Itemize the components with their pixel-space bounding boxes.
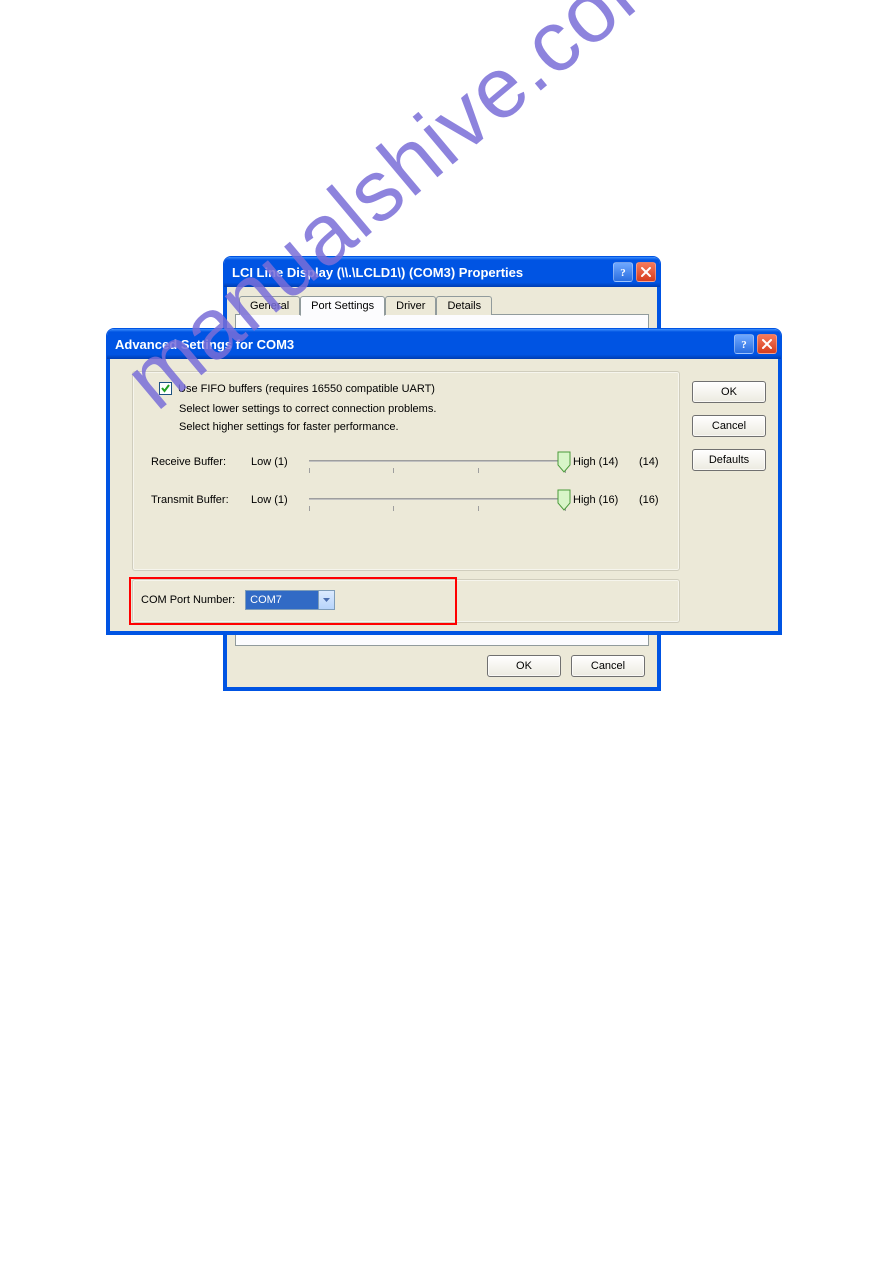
child-titlebar[interactable]: Advanced Settings for COM3 ? bbox=[107, 329, 781, 359]
fifo-hint-lower: Select lower settings to correct connect… bbox=[179, 403, 669, 415]
transmit-buffer-row: Transmit Buffer: Low (1) High (16) (16) bbox=[151, 491, 669, 509]
advanced-settings-window: Advanced Settings for COM3 ? Use FIFO bu… bbox=[106, 328, 782, 635]
transmit-buffer-label: Transmit Buffer: bbox=[151, 494, 243, 506]
child-ok-button[interactable]: OK bbox=[692, 381, 766, 403]
tab-port-settings[interactable]: Port Settings bbox=[300, 296, 385, 316]
transmit-value: (16) bbox=[639, 494, 669, 506]
transmit-slider[interactable] bbox=[309, 491, 565, 509]
tab-details[interactable]: Details bbox=[436, 296, 492, 315]
fifo-checkbox[interactable] bbox=[159, 382, 172, 395]
receive-slider[interactable] bbox=[309, 453, 565, 471]
receive-slider-thumb[interactable] bbox=[557, 451, 571, 473]
com-port-label: COM Port Number: bbox=[141, 594, 235, 606]
parent-cancel-button[interactable]: Cancel bbox=[571, 655, 645, 677]
tab-driver[interactable]: Driver bbox=[385, 296, 436, 315]
transmit-slider-thumb[interactable] bbox=[557, 489, 571, 511]
transmit-low-label: Low (1) bbox=[251, 494, 301, 506]
help-icon[interactable]: ? bbox=[613, 262, 633, 282]
tab-general[interactable]: General bbox=[239, 296, 300, 315]
com-port-combobox[interactable]: COM7 bbox=[245, 590, 335, 610]
fifo-hint-higher: Select higher settings for faster perfor… bbox=[179, 421, 669, 433]
fifo-checkbox-label: Use FIFO buffers (requires 16550 compati… bbox=[178, 383, 435, 395]
receive-high-label: High (14) bbox=[573, 456, 631, 468]
com-port-selected: COM7 bbox=[246, 591, 318, 609]
help-icon[interactable]: ? bbox=[734, 334, 754, 354]
fifo-groupbox: Use FIFO buffers (requires 16550 compati… bbox=[132, 371, 680, 571]
child-cancel-button[interactable]: Cancel bbox=[692, 415, 766, 437]
receive-buffer-label: Receive Buffer: bbox=[151, 456, 243, 468]
chevron-down-icon[interactable] bbox=[318, 591, 334, 609]
transmit-high-label: High (16) bbox=[573, 494, 631, 506]
com-port-groupbox: COM Port Number: COM7 bbox=[132, 579, 680, 623]
tab-strip: General Port Settings Driver Details bbox=[235, 296, 649, 315]
close-icon[interactable] bbox=[636, 262, 656, 282]
receive-low-label: Low (1) bbox=[251, 456, 301, 468]
receive-value: (14) bbox=[639, 456, 669, 468]
close-icon[interactable] bbox=[757, 334, 777, 354]
child-window-title: Advanced Settings for COM3 bbox=[115, 337, 734, 352]
receive-buffer-row: Receive Buffer: Low (1) High (14) (14) bbox=[151, 453, 669, 471]
svg-text:?: ? bbox=[741, 339, 747, 350]
parent-window-title: LCI Line Display (\\.\LCLD1\) (COM3) Pro… bbox=[232, 265, 613, 280]
child-defaults-button[interactable]: Defaults bbox=[692, 449, 766, 471]
parent-titlebar[interactable]: LCI Line Display (\\.\LCLD1\) (COM3) Pro… bbox=[224, 257, 660, 287]
parent-ok-button[interactable]: OK bbox=[487, 655, 561, 677]
svg-text:?: ? bbox=[620, 267, 626, 278]
